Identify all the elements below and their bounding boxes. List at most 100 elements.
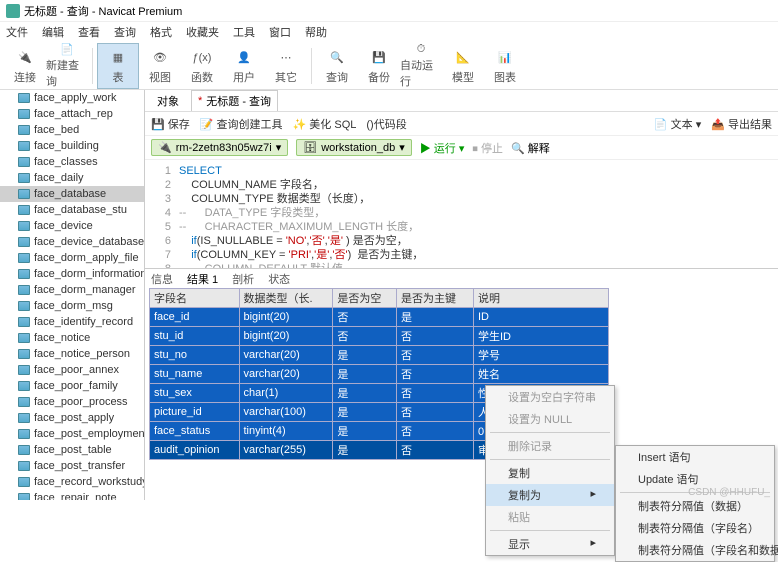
col-header[interactable]: 是否为主键 [397,289,474,308]
ctx-tsv-both[interactable]: 制表符分隔值（字段名和数据） [616,539,774,561]
sql-editor[interactable]: 1SELECT2 COLUMN_NAME 字段名，3 COLUMN_TYPE 数… [145,160,778,268]
table-icon [18,269,30,279]
ctx-paste[interactable]: 粘贴 [486,506,614,528]
tb-backup[interactable]: 💾备份 [358,43,400,89]
plug-icon: 🔌 [14,47,36,69]
table-face_building[interactable]: face_building [0,138,144,154]
col-header[interactable]: 说明 [473,289,608,308]
menu-文件[interactable]: 文件 [6,24,28,40]
col-header[interactable]: 是否为空 [333,289,397,308]
table-icon [18,157,30,167]
tb-view[interactable]: 👁视图 [139,43,181,89]
table-icon [18,221,30,231]
table-face_repair_note[interactable]: face_repair_note [0,490,144,500]
table-face_poor_process[interactable]: face_poor_process [0,394,144,410]
menu-窗口[interactable]: 窗口 [269,24,291,40]
ctx-display[interactable]: 显示▸ [486,533,614,555]
ctx-copy-as[interactable]: 复制为▸ [486,484,614,506]
table-face_attach_rep[interactable]: face_attach_rep [0,106,144,122]
db-select[interactable]: 🗄 workstation_db ▾ [296,139,412,156]
save-button[interactable]: 💾 保存 [151,116,190,132]
ctx-tsv-data[interactable]: 制表符分隔值（数据） [616,495,774,517]
ctx-tsv-fields[interactable]: 制表符分隔值（字段名） [616,517,774,539]
col-header[interactable]: 数据类型（长. [239,289,333,308]
menu-工具[interactable]: 工具 [233,24,255,40]
table-face_poor_annex[interactable]: face_poor_annex [0,362,144,378]
table-face_daily[interactable]: face_daily [0,170,144,186]
table-face_record_workstudy[interactable]: face_record_workstudy [0,474,144,490]
text-button[interactable]: 📄 文本 ▾ [654,116,701,132]
table-face_dorm_manager[interactable]: face_dorm_manager [0,282,144,298]
table-face_post_transfer[interactable]: face_post_transfer [0,458,144,474]
backup-icon: 💾 [368,47,390,69]
table-icon [18,173,30,183]
table-face_dorm_apply_file[interactable]: face_dorm_apply_file [0,250,144,266]
tb-user[interactable]: 👤用户 [223,43,265,89]
tb-chart[interactable]: 📊图表 [484,43,526,89]
tb-fx[interactable]: ƒ(x)函数 [181,43,223,89]
export-button[interactable]: 📤 导出结果 [711,116,772,132]
menu-帮助[interactable]: 帮助 [305,24,327,40]
table-face_classes[interactable]: face_classes [0,154,144,170]
table-face_post_table[interactable]: face_post_table [0,442,144,458]
tb-newq[interactable]: 📄新建查询 [46,43,88,89]
tab-query[interactable]: *无标题 - 查询 [191,90,278,111]
table-face_device[interactable]: face_device [0,218,144,234]
ctx-set-null[interactable]: 设置为 NULL [486,408,614,430]
query-builder-button[interactable]: 📝 查询创建工具 [200,116,283,132]
table-face_database[interactable]: face_database [0,186,144,202]
menu-编辑[interactable]: 编辑 [42,24,64,40]
table-row[interactable]: stu_namevarchar(20)是否姓名 [150,365,609,384]
table-face_device_database[interactable]: face_device_database [0,234,144,250]
run-button[interactable]: ▶ 运行 ▾ [420,140,465,156]
table-face_post_apply[interactable]: face_post_apply [0,410,144,426]
server-select[interactable]: 🔌 rm-2zetn83n05wz7i ▾ [151,139,288,156]
table-face_post_employmen[interactable]: face_post_employmen [0,426,144,442]
beautify-button[interactable]: ✨ 美化 SQL [293,116,357,132]
restab-1[interactable]: 结果 1 [187,271,218,287]
table-face_apply_work[interactable]: face_apply_work [0,90,144,106]
table-face_dorm_information[interactable]: face_dorm_information [0,266,144,282]
tb-table[interactable]: ▦表 [97,43,139,89]
menu-查看[interactable]: 查看 [78,24,100,40]
connection-bar: 🔌 rm-2zetn83n05wz7i ▾ 🗄 workstation_db ▾… [145,136,778,160]
restab-0[interactable]: 信息 [151,271,173,287]
user-icon: 👤 [233,47,255,69]
table-face_notice_person[interactable]: face_notice_person [0,346,144,362]
explain-button[interactable]: 🔍 解释 [511,140,550,156]
table-icon [18,141,30,151]
menu-查询[interactable]: 查询 [114,24,136,40]
table-face_notice[interactable]: face_notice [0,330,144,346]
tb-query[interactable]: 🔍查询 [316,43,358,89]
tb-other[interactable]: ⋯其它 [265,43,307,89]
table-icon [18,493,30,500]
col-header[interactable]: 字段名 [150,289,240,308]
restab-3[interactable]: 状态 [268,271,290,287]
tb-auto[interactable]: ⏱自动运行 [400,43,442,89]
menu-格式[interactable]: 格式 [150,24,172,40]
table-face_database_stu[interactable]: face_database_stu [0,202,144,218]
ctx-set-empty[interactable]: 设置为空白字符串 [486,386,614,408]
tb-plug[interactable]: 🔌连接 [4,43,46,89]
titlebar: 无标题 - 查询 - Navicat Premium [0,0,778,22]
ctx-delete[interactable]: 删除记录 [486,435,614,457]
tb-model[interactable]: 📐模型 [442,43,484,89]
table-face_bed[interactable]: face_bed [0,122,144,138]
table-face_poor_family[interactable]: face_poor_family [0,378,144,394]
table-face_identify_record[interactable]: face_identify_record [0,314,144,330]
tab-objects[interactable]: 对象 [151,91,185,111]
table-icon [18,349,30,359]
code-snippet-button[interactable]: ()代码段 [366,116,406,132]
ctx-insert-sql[interactable]: Insert 语句 [616,446,774,468]
table-row[interactable]: stu_idbigint(20)否否学生ID [150,327,609,346]
other-icon: ⋯ [275,47,297,69]
table-icon [18,253,30,263]
table-face_dorm_msg[interactable]: face_dorm_msg [0,298,144,314]
table-row[interactable]: face_idbigint(20)否是ID [150,308,609,327]
table-icon [18,189,30,199]
table-row[interactable]: stu_novarchar(20)是否学号 [150,346,609,365]
stop-button[interactable]: ⏹ 停止 [472,140,503,156]
ctx-copy[interactable]: 复制 [486,462,614,484]
restab-2[interactable]: 剖析 [232,271,254,287]
menu-收藏夹[interactable]: 收藏夹 [186,24,219,40]
